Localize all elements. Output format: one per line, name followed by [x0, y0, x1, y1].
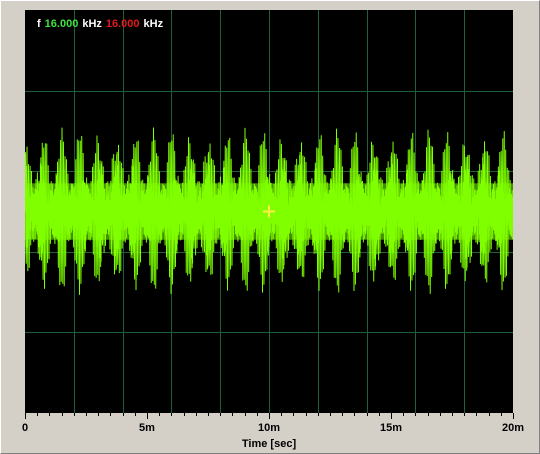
x-minor-tick-mark [171, 413, 173, 416]
x-minor-tick-mark [305, 413, 307, 416]
x-minor-tick-mark [220, 413, 222, 416]
x-minor-tick-mark [37, 413, 39, 416]
x-minor-tick-mark [342, 413, 344, 416]
graph-panel: f 16.000 kHz 16.000 kHz 0 5m 10m 15m 20m Time [s… [0, 0, 540, 454]
x-minor-tick-mark [232, 413, 234, 416]
x-minor-tick-mark [61, 413, 63, 416]
x-minor-tick-mark [488, 413, 490, 416]
x-minor-tick-mark [317, 413, 319, 416]
x-minor-tick-mark [403, 413, 405, 416]
freq2-value: 16.000 [105, 18, 140, 30]
x-tick-label: 10m [257, 422, 281, 434]
x-minor-tick-mark [183, 413, 185, 416]
x-tick-label: 5m [139, 422, 155, 434]
x-tick-mark [147, 413, 148, 419]
x-minor-tick-mark [293, 413, 295, 416]
x-minor-tick-mark [49, 413, 51, 416]
x-minor-tick-mark [476, 413, 478, 416]
freq1-value: 16.000 [44, 18, 79, 30]
x-tick-mark [513, 413, 514, 419]
freq1-unit: kHz [82, 18, 102, 30]
x-minor-tick-mark [195, 413, 197, 416]
x-minor-tick-mark [159, 413, 161, 416]
x-tick-label: 15m [379, 422, 403, 434]
x-minor-tick-mark [244, 413, 246, 416]
waveform-chart [25, 10, 513, 413]
x-tick-label: 0 [21, 422, 29, 434]
x-tick-label: 20m [501, 422, 525, 434]
x-minor-tick-mark [281, 413, 283, 416]
x-minor-tick-mark [98, 413, 100, 416]
x-minor-tick-mark [330, 413, 331, 416]
frequency-readout: f 16.000 kHz 16.000 kHz [37, 18, 167, 30]
x-minor-tick-mark [73, 413, 75, 416]
x-minor-tick-mark [464, 413, 466, 416]
waveform-plot-area[interactable]: f 16.000 kHz 16.000 kHz [25, 10, 513, 413]
x-minor-tick-mark [122, 413, 124, 416]
x-minor-tick-mark [256, 413, 258, 416]
x-minor-tick-mark [354, 413, 356, 416]
x-minor-tick-mark [86, 413, 87, 416]
x-minor-tick-mark [500, 413, 502, 416]
x-minor-tick-mark [134, 413, 136, 416]
x-minor-tick-mark [452, 413, 453, 416]
x-axis-title: Time [sec] [241, 438, 297, 450]
x-minor-tick-mark [208, 413, 209, 416]
x-tick-mark [25, 413, 26, 419]
x-minor-tick-mark [427, 413, 429, 416]
x-minor-tick-mark [366, 413, 368, 416]
x-minor-tick-mark [378, 413, 380, 416]
x-minor-tick-mark [110, 413, 112, 416]
readout-prefix: f [37, 18, 41, 30]
x-tick-mark [269, 413, 270, 419]
x-minor-tick-mark [439, 413, 441, 416]
freq2-unit: kHz [143, 18, 164, 30]
x-minor-tick-mark [415, 413, 417, 416]
x-tick-mark [391, 413, 392, 419]
